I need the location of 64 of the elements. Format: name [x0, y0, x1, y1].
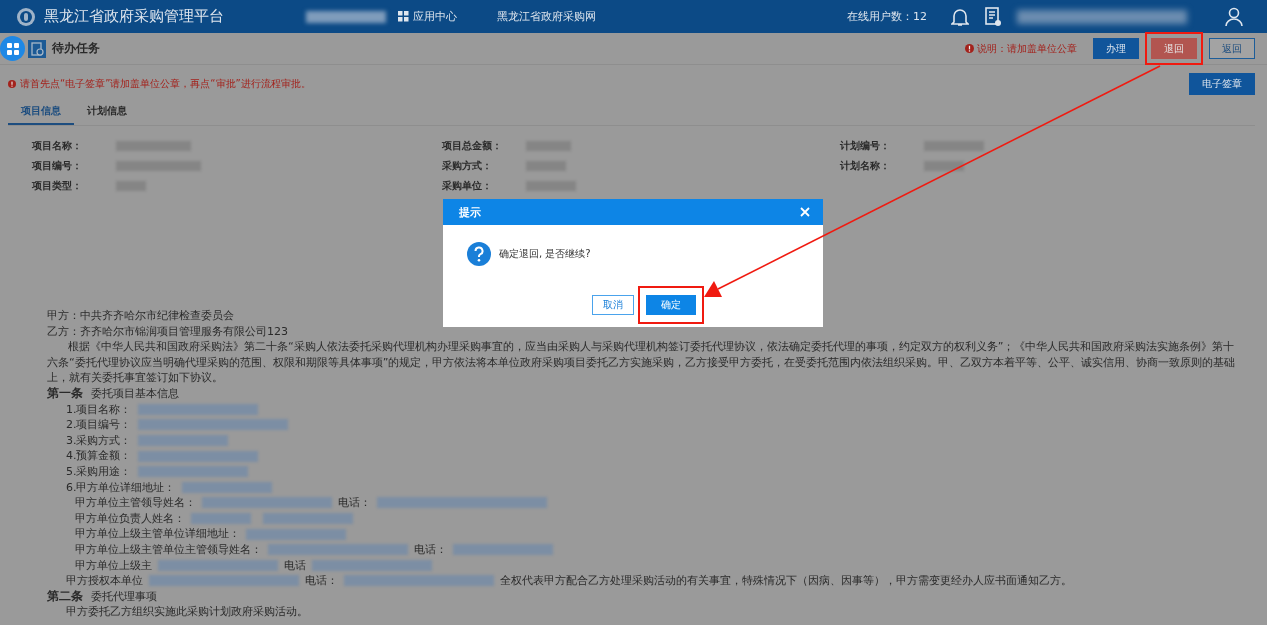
tab[interactable]: 项目信息 [8, 101, 74, 125]
field-label: 采购单位： [442, 179, 493, 193]
dialog-title: 提示 [459, 204, 481, 220]
document-text: 委托项目基本信息 [91, 385, 179, 402]
document-text: 甲方委托乙方组织实施此采购计划政府采购活动。 [66, 604, 308, 620]
portal-link[interactable]: 黑龙江省政府采购网 [497, 9, 596, 24]
field-label: 项目编号： [32, 159, 83, 173]
document-text: 4.预算金额： [66, 448, 132, 464]
field-label: 项目总金额： [442, 139, 503, 153]
form-icon [28, 39, 46, 58]
action-button[interactable]: 办理 [1093, 38, 1139, 59]
document-text: 3.采购方式： [66, 432, 132, 449]
menu-button[interactable] [0, 36, 25, 61]
alert-icon [8, 80, 16, 88]
user-icon[interactable] [1225, 6, 1243, 27]
page-title: 待办任务 [52, 40, 100, 57]
bell-icon[interactable] [951, 6, 969, 27]
dialog-button[interactable]: 取消 [592, 295, 634, 315]
document-text: 甲方单位负责人姓名： [75, 510, 185, 527]
e-signature-button[interactable]: 电子签章 [1189, 73, 1255, 95]
close-button[interactable] [799, 206, 811, 218]
document-text: 全权代表甲方配合乙方处理采购活动的有关事宜，特殊情况下（因病、因事等），甲方需变更经办人应书面通知乙方。 [500, 573, 1072, 589]
tab[interactable]: 计划信息 [74, 101, 140, 125]
document-text: 乙方：齐齐哈尔市锦润项目管理服务有限公司123 [47, 323, 288, 340]
redacted-text [924, 161, 964, 171]
action-button[interactable]: 退回 [1151, 38, 1197, 59]
document-text: 电话： [414, 541, 447, 558]
app-center-link[interactable]: 应用中心 [398, 9, 457, 24]
document-text: 1.项目名称： [66, 401, 132, 418]
alert-icon [965, 44, 974, 53]
grid-icon [6, 42, 19, 55]
document-text: 甲方：中共齐齐哈尔市纪律检查委员会 [47, 308, 234, 324]
field-label: 项目名称： [32, 139, 83, 153]
document-text: 甲方单位主管领导姓名： [75, 495, 196, 511]
notice-text: 说明：请加盖单位公章 [977, 41, 1077, 56]
action-button[interactable]: 返回 [1209, 38, 1255, 59]
clause-title: 第一条 [47, 385, 83, 402]
document-icon[interactable] [985, 6, 1001, 27]
field-label: 计划名称： [840, 159, 891, 173]
emblem-icon [16, 6, 36, 27]
field-label: 计划编号： [840, 139, 891, 153]
document-text: 根据《中华人民共和国政府采购法》第二十条“采购人依法委托采购代理机构办理采购事宜的，应当由采购人与采购代理机构签订委托代理协议，依法确定委托代理的事项，约定双方的权利义务”；《中华人民共和国政府采购法实施条例》第十六条“委托代理协议应当明确代理采购的范围、权限和期限等具体事项”的规定，甲方依法将本单位政府采购项目委托乙方实施采购，乙方接受甲方委托，在受委托范围内依法组织采购。甲、乙双方本着平等、公平、诚实信用、协商一致原则的基础上，就有关委托事宜签订如下协议。 [47, 340, 1236, 385]
document-text: 甲方授权本单位 [66, 573, 143, 589]
document-text: 委托代理事项 [91, 588, 157, 605]
document-text: 甲方单位上级主 [75, 557, 152, 574]
document-text: 5.采购用途： [66, 463, 132, 480]
redacted-text [191, 513, 251, 524]
dialog-message: 确定退回, 是否继续? [499, 247, 591, 261]
document-text: 6.甲方单位详细地址： [66, 479, 176, 496]
document-text: 电话： [338, 495, 371, 511]
document-text: 2.项目编号： [66, 417, 132, 433]
question-icon [467, 242, 491, 266]
dialog-button[interactable]: 确定 [646, 295, 696, 315]
field-label: 采购方式： [442, 159, 493, 173]
platform-title: 黑龙江省政府采购管理平台 [44, 7, 224, 26]
clause-title: 第二条 [47, 588, 83, 605]
document-text: 甲方单位上级主管单位详细地址： [75, 526, 240, 542]
document-text: 电话 [284, 557, 306, 574]
document-text: 电话： [305, 573, 338, 589]
field-label: 项目类型： [32, 179, 83, 193]
document-text: 甲方单位上级主管单位主管领导姓名： [75, 541, 262, 558]
warning-text: 请首先点“电子签章”请加盖单位公章，再点“审批”进行流程审批。 [20, 77, 311, 91]
grid-icon [398, 11, 409, 22]
online-users: 在线用户数：12 [847, 9, 927, 24]
